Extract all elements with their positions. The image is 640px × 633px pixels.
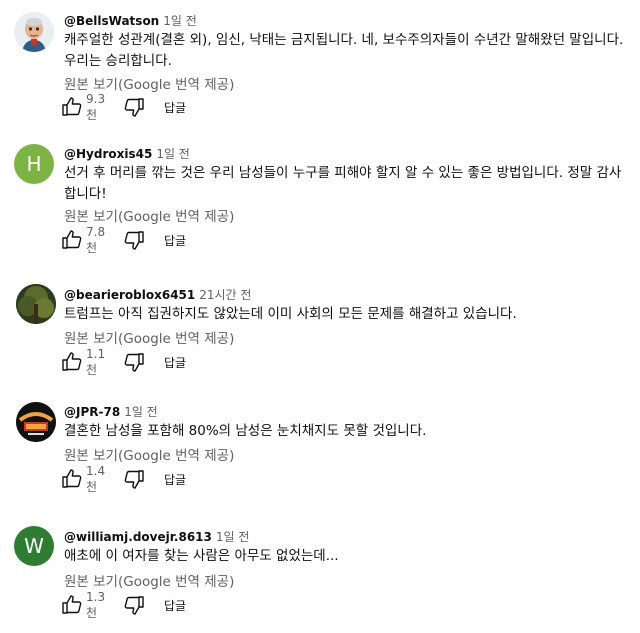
comment-toolbar: 9.3천 답글 bbox=[60, 92, 186, 122]
author-name[interactable]: @BellsWatson bbox=[64, 14, 159, 28]
thumbs-up-icon[interactable] bbox=[60, 350, 84, 374]
reply-button[interactable]: 답글 bbox=[164, 597, 186, 614]
thumbs-down-icon[interactable] bbox=[122, 228, 146, 252]
reply-button[interactable]: 답글 bbox=[164, 99, 186, 116]
thumbs-up-icon[interactable] bbox=[60, 593, 84, 617]
reply-button[interactable]: 답글 bbox=[164, 471, 186, 488]
comment-text: 선거 후 머리를 깎는 것은 우리 남성들이 누구를 피해야 할지 알 수 있는… bbox=[64, 165, 622, 202]
comment-time[interactable]: 21시간 전 bbox=[199, 288, 251, 302]
like-count: 9.3천 bbox=[86, 91, 106, 122]
reply-button[interactable]: 답글 bbox=[164, 232, 186, 249]
translate-link[interactable]: 원본 보기(Google 번역 제공) bbox=[64, 570, 234, 590]
translate-link[interactable]: 원본 보기(Google 번역 제공) bbox=[64, 327, 234, 347]
avatar[interactable]: W bbox=[14, 526, 54, 566]
author-name[interactable]: @bearieroblox6451 bbox=[64, 288, 195, 302]
reply-button[interactable]: 답글 bbox=[164, 354, 186, 371]
thumbs-up-icon[interactable] bbox=[60, 95, 84, 119]
comment-time[interactable]: 1일 전 bbox=[163, 14, 197, 28]
translate-link[interactable]: 원본 보기(Google 번역 제공) bbox=[64, 205, 234, 225]
comment-header: @BellsWatson 1일 전 bbox=[64, 12, 197, 29]
avatar[interactable]: H bbox=[14, 144, 54, 184]
translate-link[interactable]: 원본 보기(Google 번역 제공) bbox=[64, 444, 234, 464]
thumbs-up-icon[interactable] bbox=[60, 467, 84, 491]
avatar-initial: W bbox=[24, 534, 44, 558]
comment-toolbar: 1.4천 답글 bbox=[60, 464, 186, 494]
avatar[interactable] bbox=[14, 12, 54, 52]
comment-header: @williamj.dovejr.8613 1일 전 bbox=[64, 528, 249, 545]
comment-time[interactable]: 1일 전 bbox=[124, 405, 158, 419]
avatar-initial: H bbox=[26, 152, 42, 176]
comment-time[interactable]: 1일 전 bbox=[156, 147, 190, 161]
forest-photo-icon bbox=[16, 284, 56, 324]
cartoon-man-icon bbox=[14, 12, 54, 52]
retro-logo-icon bbox=[16, 402, 56, 442]
comment-text: 트럼프는 아직 집권하지도 않았는데 이미 사회의 모든 문제를 해결하고 있습… bbox=[64, 306, 517, 322]
like-count: 1.3천 bbox=[86, 589, 106, 620]
comment-toolbar: 1.3천 답글 bbox=[60, 590, 186, 620]
comment-header: @Hydroxis45 1일 전 bbox=[64, 145, 190, 162]
comment-text: 결혼한 남성을 포함해 80%의 남성은 눈치채지도 못할 것입니다. bbox=[64, 423, 427, 439]
translate-link[interactable]: 원본 보기(Google 번역 제공) bbox=[64, 73, 234, 93]
comment-header: @JPR-78 1일 전 bbox=[64, 403, 158, 420]
author-name[interactable]: @JPR-78 bbox=[64, 405, 120, 419]
comment-toolbar: 7.8천 답글 bbox=[60, 225, 186, 255]
comment-header: @bearieroblox6451 21시간 전 bbox=[64, 286, 251, 303]
author-name[interactable]: @Hydroxis45 bbox=[64, 147, 152, 161]
like-count: 1.4천 bbox=[86, 463, 106, 494]
like-count: 7.8천 bbox=[86, 224, 106, 255]
like-count: 1.1천 bbox=[86, 346, 106, 377]
thumbs-down-icon[interactable] bbox=[122, 467, 146, 491]
thumbs-down-icon[interactable] bbox=[122, 350, 146, 374]
thumbs-down-icon[interactable] bbox=[122, 95, 146, 119]
thumbs-down-icon[interactable] bbox=[122, 593, 146, 617]
comment-time[interactable]: 1일 전 bbox=[216, 530, 250, 544]
author-name[interactable]: @williamj.dovejr.8613 bbox=[64, 530, 212, 544]
avatar[interactable] bbox=[16, 402, 56, 442]
avatar[interactable] bbox=[16, 284, 56, 324]
comment-toolbar: 1.1천 답글 bbox=[60, 347, 186, 377]
thumbs-up-icon[interactable] bbox=[60, 228, 84, 252]
comment-text: 애초에 이 여자를 찾는 사람은 아무도 없었는데... bbox=[64, 548, 339, 564]
comment-text: 캐주얼한 성관계(결혼 외), 임신, 낙태는 금지됩니다. 네, 보수주의자들… bbox=[64, 32, 624, 69]
